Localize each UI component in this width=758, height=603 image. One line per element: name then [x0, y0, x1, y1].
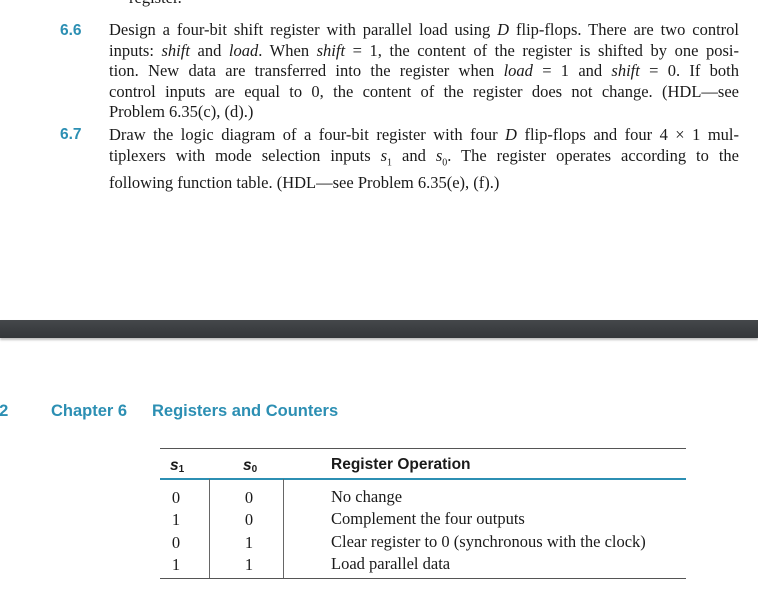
chapter-label: Chapter 6	[51, 402, 128, 420]
problem-6-7-line-3: following function table. (HDL—see Probl…	[109, 173, 500, 193]
page-number: 92	[0, 402, 9, 420]
problem-6-7-line-2: tiplexers with mode selection inputs s1 …	[109, 145, 739, 168]
page-separator	[0, 320, 758, 338]
header-s1: s1	[170, 457, 185, 475]
problem-6-7-text: Draw the logic diagram of a four-bit reg…	[109, 125, 739, 194]
table-cell-operation: Load parallel data	[331, 554, 451, 573]
table-column-divider-1	[209, 479, 210, 578]
table-cell-s0: 1	[244, 555, 254, 574]
problem-6-6-line-4: control inputs are equal to 0, the conte…	[109, 81, 739, 101]
problem-6-6-line-3: tion. New data are transferred into the …	[109, 61, 739, 81]
table-cell-operation: No change	[331, 487, 403, 506]
table-header-rule	[160, 478, 686, 480]
problem-6-6-line-5: Problem 6.35(c), (d).)	[109, 102, 254, 122]
table-bottom-rule	[160, 578, 686, 579]
table-cell-s1: 1	[171, 510, 181, 529]
table-cell-operation: Complement the four outputs	[331, 509, 525, 528]
problem-6-6-line-1: Design a four-bit shift register with pa…	[109, 20, 739, 39]
problem-number-6-7: 6.7	[60, 126, 82, 143]
table-top-rule	[160, 448, 686, 449]
table-cell-s1: 0	[171, 533, 181, 552]
problem-6-6-line-2: inputs: shift and load. When shift = 1, …	[109, 40, 739, 60]
problem-6-7-line-1: Draw the logic diagram of a four-bit reg…	[109, 125, 739, 144]
table-cell-s0: 0	[244, 488, 254, 507]
problem-number-6-6: 6.6	[60, 22, 82, 39]
table-cell-s0: 0	[244, 510, 254, 529]
table-cell-s1: 1	[171, 555, 181, 574]
table-cell-s1: 0	[171, 488, 181, 507]
table-cell-operation: Clear register to 0 (synchronous with th…	[331, 532, 646, 551]
table-column-divider-2	[283, 479, 284, 578]
header-s0: s0	[243, 457, 258, 475]
header-register-operation: Register Operation	[331, 456, 471, 473]
table-cell-s0: 1	[244, 533, 254, 552]
clipped-previous-line: register.	[129, 0, 182, 8]
chapter-title: Registers and Counters	[152, 402, 339, 420]
problem-6-6-text: Design a four-bit shift register with pa…	[109, 20, 739, 123]
